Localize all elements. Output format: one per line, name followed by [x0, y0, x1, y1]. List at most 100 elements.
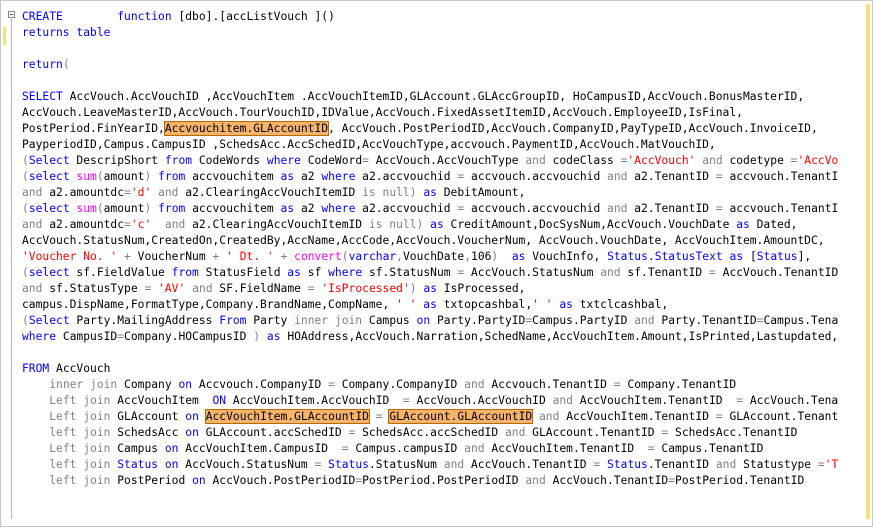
code-token: on: [192, 474, 206, 487]
code-token: =: [715, 170, 723, 183]
code-token: Campus.Tena: [763, 314, 839, 327]
code-token: 'c': [130, 218, 152, 231]
code-token: (: [22, 202, 29, 215]
code-token: PostPeriod.TenantID: [675, 474, 805, 487]
code-token: txtopcashbal,: [436, 298, 533, 311]
code-token: From: [219, 314, 247, 327]
code-token: .StatusNum: [368, 458, 444, 471]
code-token: accvouch.accvouchid: [464, 202, 608, 215]
code-token: as: [729, 250, 744, 263]
code-token: as: [423, 282, 437, 295]
code-token: AccVouch.TenantID: [715, 266, 839, 279]
code-token: 'IsProcessed': [321, 282, 410, 295]
code-line: SELECT AccVouch.AccVouchID ,AccVouchItem…: [22, 89, 862, 105]
code-token: IsProcessed,: [437, 282, 526, 295]
code-token: 'AccVouch': [627, 154, 696, 167]
code-line: (select sum(amount) from accvouchitem as…: [22, 169, 862, 185]
code-token: 'Voucher No. ': [22, 250, 118, 263]
code-token: Accvouch.TenantID: [484, 378, 614, 391]
code-token: PayperiodID,Campus.CampusID ,SchedsAcc.A…: [22, 138, 716, 151]
code-token: VouchInfo,: [525, 250, 608, 263]
code-token: =: [613, 378, 621, 391]
code-token: PostPeriod.PostPeriodID: [362, 474, 526, 487]
code-text-area[interactable]: CREATE function [dbo].[accListVouch ]() r…: [22, 9, 862, 521]
code-token: CodeWords: [192, 154, 267, 167]
code-editor[interactable]: CREATE function [dbo].[accListVouch ]() r…: [0, 0, 873, 527]
code-token: amount: [103, 202, 145, 215]
code-token: Company.CompanyID: [334, 378, 465, 391]
code-token: AccVouch.AccVouchID ,AccVouchItem .AccVo…: [62, 90, 805, 103]
highlighted-token: Accvouchitem.GLAccountID: [163, 121, 330, 136]
code-token: and: [464, 378, 485, 391]
collapse-toggle-icon[interactable]: [8, 11, 15, 18]
code-token: Select: [28, 314, 70, 327]
code-token: as: [430, 218, 444, 231]
code-token: from: [158, 202, 186, 215]
code-token: from: [158, 170, 186, 183]
code-token: select: [28, 170, 70, 183]
code-line: PostPeriod.FinYearID,Accvouchitem.GLAcco…: [22, 121, 862, 137]
code-token: function: [117, 10, 172, 23]
code-token: Campus.campusID: [348, 442, 465, 455]
code-token: 'T: [824, 458, 839, 471]
code-token: Campus.TenantID: [654, 442, 764, 455]
code-token: and: [634, 314, 655, 327]
code-token: 'AccVo: [797, 154, 839, 167]
code-token: and: [504, 426, 526, 439]
code-line: (Select Party.MailingAddress From Party …: [22, 313, 862, 329]
code-line: where CampusID=Company.HOCampusID ) as H…: [22, 329, 862, 345]
code-token: and: [600, 266, 621, 279]
code-token: and: [525, 154, 546, 167]
highlighted-token: GLAccount.GLAccountID: [388, 409, 534, 424]
code-token: AccVouchItem.TenantID: [484, 442, 648, 455]
code-token: =: [715, 410, 723, 423]
code-token: ' Dt. ': [226, 250, 274, 263]
code-token: sf.FieldValue: [69, 266, 172, 279]
code-token: PostPeriod.FinYearID,: [22, 122, 165, 135]
code-token: as: [559, 298, 573, 311]
code-token: .: [647, 250, 655, 263]
code-token: and: [22, 186, 43, 199]
code-token: varchar: [348, 250, 397, 263]
code-token: Status: [328, 458, 369, 471]
code-token: AccVouchItem.AccVouchID: [226, 394, 403, 407]
code-token: a2: [294, 202, 322, 215]
code-token: SELECT: [22, 90, 63, 103]
outline-guide: [11, 19, 12, 519]
code-token: txtclcashbal,: [572, 298, 669, 311]
code-token: =: [402, 394, 410, 407]
code-token: HOAddress,AccVouch.Narration,SchedName,A…: [280, 330, 839, 343]
code-token: returns: [22, 26, 70, 39]
code-token: as: [736, 218, 750, 231]
code-line: campus.DispName,FormatType,Company.Brand…: [22, 297, 862, 313]
code-token: (: [96, 202, 104, 215]
code-token: AccVouch.LeaveMasterID,AccVouch.TourVouc…: [22, 106, 743, 119]
code-token: select: [28, 266, 70, 279]
code-token: inner join: [294, 314, 363, 327]
code-token: =: [736, 394, 744, 407]
code-token: sf: [300, 266, 329, 279]
code-token: GLAccount.TenantID: [525, 426, 662, 439]
code-token: and: [443, 458, 465, 471]
code-token: a2.TenantID: [627, 202, 716, 215]
code-token: and: [607, 170, 628, 183]
code-token: ' ': [396, 298, 417, 311]
code-line: left join Status on AccVouch.StatusNum =…: [22, 457, 862, 473]
code-token: Left join: [49, 410, 111, 423]
code-line: (Select DescripShort from CodeWords wher…: [22, 153, 862, 169]
code-token: AccVouch.PostPeriodID: [205, 474, 356, 487]
code-token: (: [22, 266, 29, 279]
code-token: and: [539, 410, 560, 423]
code-token: , AccVouch.PostPeriodID,AccVouch.Company…: [328, 122, 818, 135]
code-token: Campus: [110, 442, 165, 455]
code-token: AccVouch.StatusNum: [178, 458, 315, 471]
code-token: and: [552, 394, 573, 407]
change-marker: [3, 27, 6, 45]
highlighted-token: AccVouchItem.GLAccountID: [204, 409, 370, 424]
